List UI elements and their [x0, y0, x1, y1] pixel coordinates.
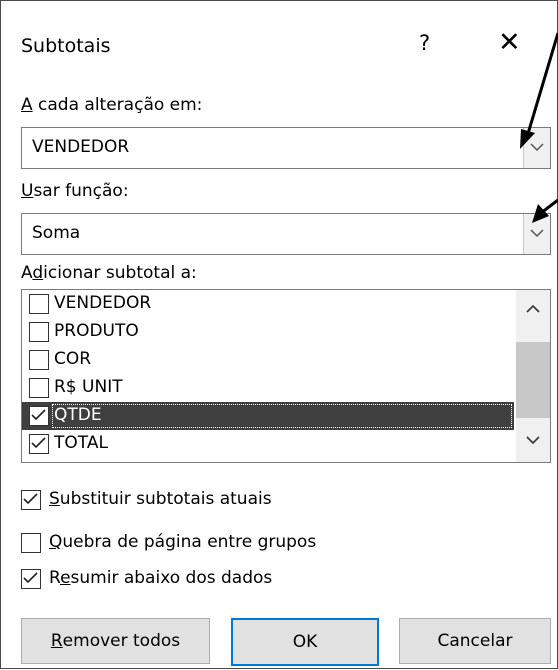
arrow-line	[525, 32, 558, 138]
vertical-scrollbar[interactable]	[516, 290, 550, 462]
checkbox[interactable]	[29, 378, 49, 398]
chevron-down-icon	[530, 143, 544, 152]
checkmark-icon	[23, 572, 38, 584]
list-item-label: VENDEDOR	[54, 293, 152, 313]
remove-all-button[interactable]: Remover todos	[21, 618, 210, 664]
help-button[interactable]: ?	[419, 31, 430, 55]
scrollbar-thumb[interactable]	[516, 342, 550, 418]
list-item[interactable]: R$ UNIT	[22, 374, 514, 402]
chevron-down-icon	[530, 229, 544, 238]
at-each-change-label: A cada alteração em:	[21, 95, 202, 115]
dropdown-button[interactable]	[523, 128, 550, 168]
checkbox[interactable]	[21, 533, 41, 553]
dropdown-button[interactable]	[523, 214, 550, 254]
dialog-title: Subtotais	[21, 35, 111, 57]
checkbox[interactable]	[29, 350, 49, 370]
list-item-label: PRODUTO	[54, 321, 139, 341]
list-item[interactable]: TOTAL	[22, 430, 514, 458]
subtotals-dialog: Subtotais ? ✕ A cada alteração em: VENDE…	[0, 0, 558, 669]
checkbox-checked[interactable]	[29, 406, 49, 426]
accelerator-key: e	[60, 568, 71, 588]
label-text: R	[49, 568, 61, 588]
at-each-change-dropdown[interactable]: VENDEDOR	[21, 127, 551, 169]
option-label: Quebra de página entre grupos	[49, 532, 316, 552]
cancel-button[interactable]: Cancelar	[399, 618, 551, 664]
checkbox[interactable]	[29, 294, 49, 314]
dropdown-value: VENDEDOR	[32, 137, 130, 157]
accelerator-key: S	[49, 489, 60, 509]
label-text: icionar subtotal a:	[43, 263, 197, 283]
label-text: sar função:	[33, 181, 129, 201]
use-function-dropdown[interactable]: Soma	[21, 213, 551, 255]
list-item-label: QTDE	[54, 405, 102, 425]
label-text: uebra de página entre grupos	[62, 532, 317, 552]
checkmark-icon	[31, 409, 46, 421]
accelerator-key: A	[21, 95, 33, 115]
label-text: A	[21, 263, 33, 283]
list-item[interactable]: PRODUTO	[22, 318, 514, 346]
checkbox[interactable]	[29, 322, 49, 342]
accelerator-key: d	[32, 263, 44, 283]
list-item-selected[interactable]: QTDE	[22, 402, 514, 430]
checkbox-checked[interactable]	[21, 490, 41, 510]
use-function-label: Usar função:	[21, 181, 129, 201]
scroll-up-icon[interactable]	[526, 304, 540, 313]
checkmark-icon	[23, 493, 38, 505]
ok-button[interactable]: OK	[231, 618, 379, 666]
list-item-label: COR	[54, 349, 92, 369]
label-text: ubstituir subtotais atuais	[59, 489, 272, 509]
dropdown-value: Soma	[32, 223, 81, 243]
arrow-line	[540, 198, 558, 215]
accelerator-key: Q	[49, 532, 63, 552]
focus-rectangle	[52, 404, 512, 428]
option-label: Resumir abaixo dos dados	[49, 568, 272, 588]
button-label: emover todos	[62, 631, 181, 651]
label-text: cada alteração em:	[32, 95, 203, 115]
scroll-down-icon[interactable]	[526, 436, 540, 445]
add-subtotal-label: Adicionar subtotal a:	[21, 263, 197, 283]
close-button[interactable]: ✕	[498, 27, 521, 58]
list-item-label: R$ UNIT	[54, 377, 123, 397]
list-item[interactable]: COR	[22, 346, 514, 374]
checkmark-icon	[31, 437, 46, 449]
checkbox-checked[interactable]	[21, 569, 41, 589]
accelerator-key: U	[21, 181, 34, 201]
accelerator-key: R	[50, 631, 63, 651]
list-item[interactable]: VENDEDOR	[22, 290, 514, 318]
checkbox-checked[interactable]	[29, 434, 49, 454]
add-subtotal-listbox[interactable]: VENDEDOR PRODUTO COR R$ UNIT QTDE TOTAL	[21, 289, 551, 463]
list-item-label: TOTAL	[54, 433, 108, 453]
option-label: Substituir subtotais atuais	[49, 489, 272, 509]
label-text: sumir abaixo dos dados	[70, 568, 273, 588]
